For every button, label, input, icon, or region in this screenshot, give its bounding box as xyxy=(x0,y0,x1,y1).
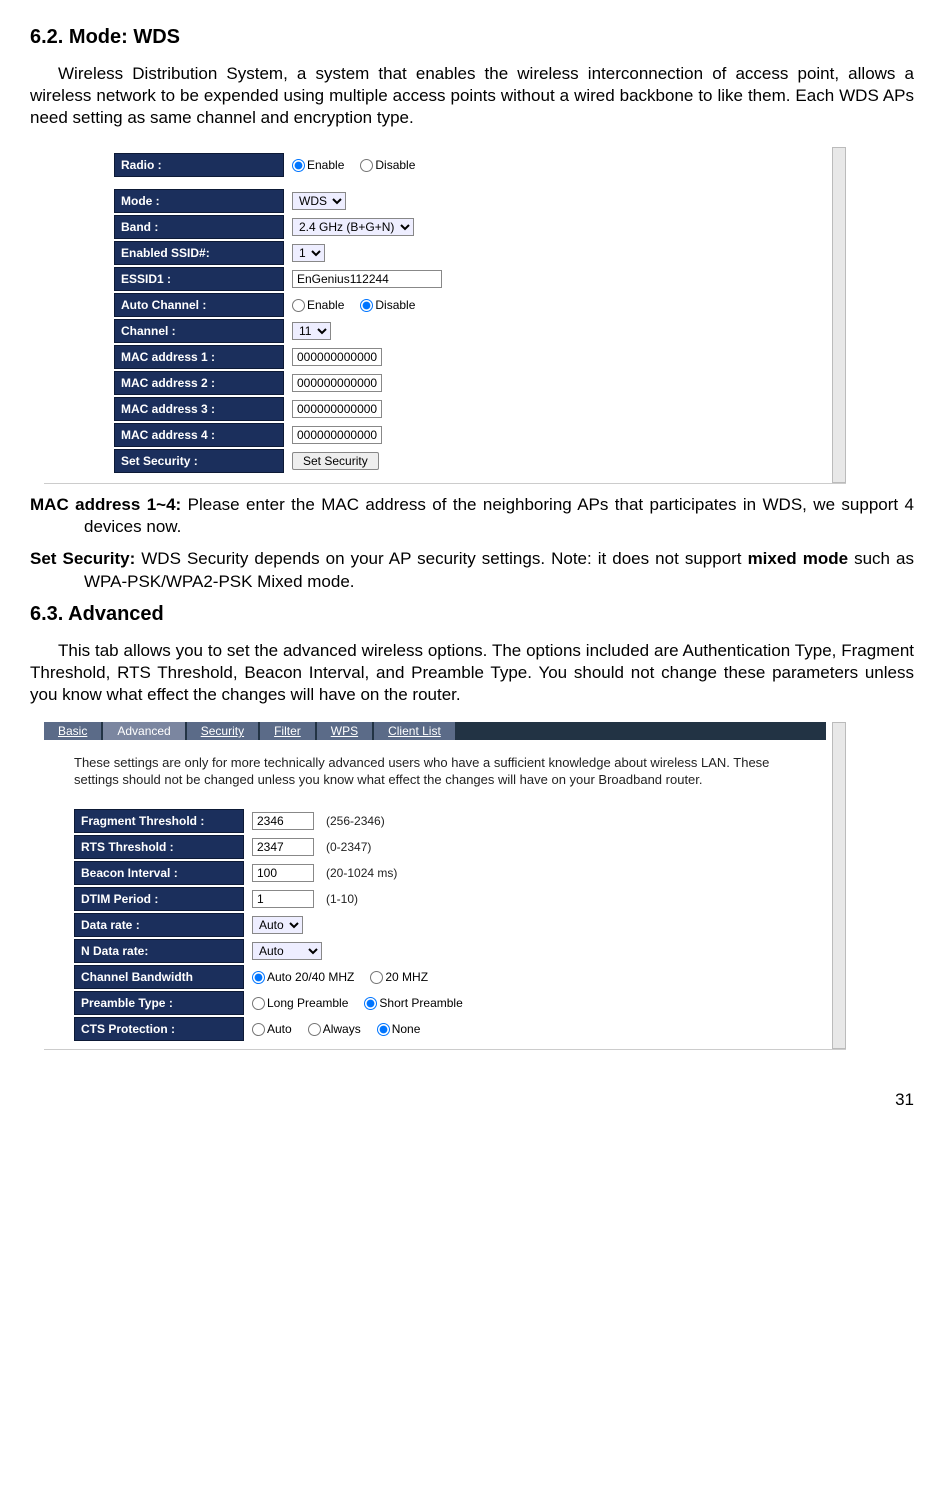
label-mac2: MAC address 2 : xyxy=(114,371,284,395)
label-rts-threshold: RTS Threshold : xyxy=(74,835,244,859)
input-mac3[interactable] xyxy=(292,400,382,418)
radio-disable[interactable]: Disable xyxy=(360,158,415,172)
label-data-rate: Data rate : xyxy=(74,913,244,937)
chbw-auto[interactable]: Auto 20/40 MHZ xyxy=(252,970,354,984)
range-dtim: (1-10) xyxy=(326,892,358,906)
autoch-enable[interactable]: Enable xyxy=(292,298,344,312)
tab-client-list[interactable]: Client List xyxy=(374,722,455,740)
tab-advanced[interactable]: Advanced xyxy=(103,722,184,740)
chbw-20[interactable]: 20 MHZ xyxy=(370,970,428,984)
label-preamble: Preamble Type : xyxy=(74,991,244,1015)
preamble-short[interactable]: Short Preamble xyxy=(364,996,462,1010)
preamble-long[interactable]: Long Preamble xyxy=(252,996,348,1010)
input-dtim[interactable] xyxy=(252,890,314,908)
range-fragment: (256-2346) xyxy=(326,814,385,828)
label-channel-bandwidth: Channel Bandwidth xyxy=(74,965,244,989)
advanced-config-screenshot: Basic Advanced Security Filter WPS Clien… xyxy=(44,722,846,1050)
input-beacon-interval[interactable] xyxy=(252,864,314,882)
cts-none[interactable]: None xyxy=(377,1022,421,1036)
input-rts-threshold[interactable] xyxy=(252,838,314,856)
label-set-security: Set Security : xyxy=(114,449,284,473)
label-mode: Mode : xyxy=(114,189,284,213)
label-mac3: MAC address 3 : xyxy=(114,397,284,421)
range-rts: (0-2347) xyxy=(326,840,371,854)
label-radio: Radio : xyxy=(114,153,284,177)
input-mac4[interactable] xyxy=(292,426,382,444)
label-mac1: MAC address 1 : xyxy=(114,345,284,369)
tab-basic[interactable]: Basic xyxy=(44,722,101,740)
select-band[interactable]: 2.4 GHz (B+G+N) xyxy=(292,218,414,236)
label-fragment-threshold: Fragment Threshold : xyxy=(74,809,244,833)
section-62-intro: Wireless Distribution System, a system t… xyxy=(30,63,914,129)
label-band: Band : xyxy=(114,215,284,239)
select-channel[interactable]: 11 xyxy=(292,322,331,340)
page-number: 31 xyxy=(30,1090,914,1110)
label-n-data-rate: N Data rate: xyxy=(74,939,244,963)
label-essid1: ESSID1 : xyxy=(114,267,284,291)
select-enabled-ssid[interactable]: 1 xyxy=(292,244,325,262)
cts-always[interactable]: Always xyxy=(308,1022,361,1036)
set-security-button[interactable]: Set Security xyxy=(292,452,379,470)
tab-security[interactable]: Security xyxy=(187,722,258,740)
advanced-note-text: These settings are only for more technic… xyxy=(74,740,786,807)
label-cts: CTS Protection : xyxy=(74,1017,244,1041)
label-enabled-ssid: Enabled SSID#: xyxy=(114,241,284,265)
tabs-bar: Basic Advanced Security Filter WPS Clien… xyxy=(44,722,826,740)
label-beacon-interval: Beacon Interval : xyxy=(74,861,244,885)
label-mac4: MAC address 4 : xyxy=(114,423,284,447)
note-set-security: Set Security: WDS Security depends on yo… xyxy=(30,548,914,592)
section-heading-63: 6.3. Advanced xyxy=(30,603,914,626)
input-mac1[interactable] xyxy=(292,348,382,366)
input-essid1[interactable] xyxy=(292,270,442,288)
radio-enable[interactable]: Enable xyxy=(292,158,344,172)
input-fragment-threshold[interactable] xyxy=(252,812,314,830)
note-mac-addresses: MAC address 1~4: Please enter the MAC ad… xyxy=(30,494,914,538)
input-mac2[interactable] xyxy=(292,374,382,392)
range-beacon: (20-1024 ms) xyxy=(326,866,397,880)
cts-auto[interactable]: Auto xyxy=(252,1022,292,1036)
tab-wps[interactable]: WPS xyxy=(317,722,372,740)
wds-config-screenshot: Radio : Enable Disable Mode : WDS Band :… xyxy=(44,147,846,484)
select-n-data-rate[interactable]: Auto xyxy=(252,942,322,960)
label-channel: Channel : xyxy=(114,319,284,343)
label-autochannel: Auto Channel : xyxy=(114,293,284,317)
section-heading-62: 6.2. Mode: WDS xyxy=(30,26,914,49)
label-dtim: DTIM Period : xyxy=(74,887,244,911)
select-data-rate[interactable]: Auto xyxy=(252,916,303,934)
select-mode[interactable]: WDS xyxy=(292,192,346,210)
section-63-intro: This tab allows you to set the advanced … xyxy=(30,640,914,706)
autoch-disable[interactable]: Disable xyxy=(360,298,415,312)
tab-filter[interactable]: Filter xyxy=(260,722,315,740)
